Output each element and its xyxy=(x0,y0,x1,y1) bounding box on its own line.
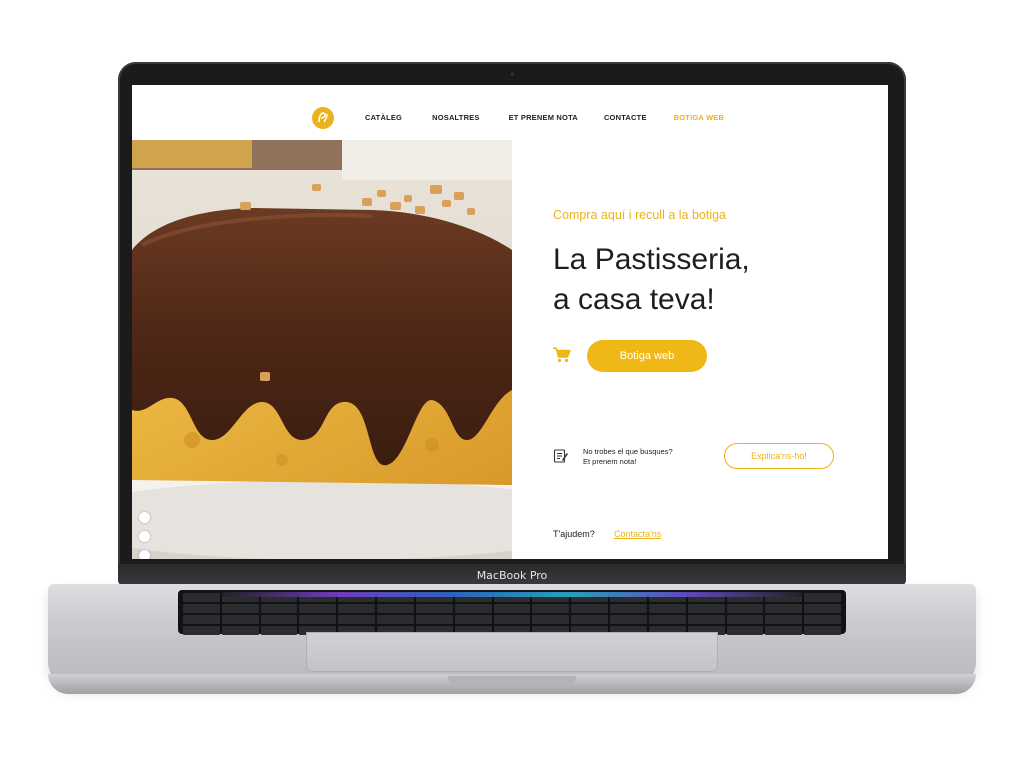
shop-button[interactable]: Botiga web xyxy=(587,340,707,372)
keyboard-key xyxy=(183,626,220,635)
keyboard-key xyxy=(687,604,725,613)
note-line2: Et prenem nota! xyxy=(583,457,637,466)
laptop-brand-label: MacBook Pro xyxy=(118,564,906,586)
keyboard-key xyxy=(338,615,376,624)
keyboard-key xyxy=(804,593,841,602)
slider-dots xyxy=(139,512,150,559)
keyboard-key xyxy=(571,615,609,624)
keyboard-key xyxy=(493,615,531,624)
keyboard-key xyxy=(377,615,414,624)
keyboard-key xyxy=(726,626,764,635)
keyboard-key xyxy=(260,604,298,613)
trackpad xyxy=(306,632,718,672)
keyboard-key xyxy=(299,615,337,624)
keyboard-key xyxy=(338,604,376,613)
keyboard-key xyxy=(532,604,570,613)
contact-link[interactable]: Contacta'ns xyxy=(614,529,661,539)
keyboard-key xyxy=(648,604,686,613)
keyboard-key xyxy=(765,604,803,613)
nav-item-cataleg[interactable]: CATÀLEG xyxy=(365,113,402,122)
keyboard-key xyxy=(610,615,647,624)
keyboard-key xyxy=(804,615,841,624)
laptop-notch xyxy=(448,676,576,686)
touch-bar xyxy=(222,592,802,597)
keyboard-key xyxy=(221,626,259,635)
keyboard-key xyxy=(493,604,531,613)
keyboard-key xyxy=(415,615,453,624)
keyboard-key xyxy=(183,604,220,613)
keyboard-key xyxy=(648,615,686,624)
keyboard-key xyxy=(687,615,725,624)
hero-title-line2: a casa teva! xyxy=(553,283,715,316)
keyboard-key xyxy=(726,604,764,613)
keyboard-key xyxy=(765,615,803,624)
hero-subtitle: Compra aquí i recull a la botiga xyxy=(553,208,727,222)
keyboard-key xyxy=(454,615,492,624)
hero-title: La Pastisseria, a casa teva! xyxy=(553,240,750,320)
keyboard-key xyxy=(804,626,841,635)
keyboard-key xyxy=(726,615,764,624)
slider-dot[interactable] xyxy=(139,531,150,542)
shopping-cart-icon[interactable] xyxy=(553,347,571,363)
keyboard-key xyxy=(260,615,298,624)
keyboard-key xyxy=(765,626,803,635)
keyboard-key xyxy=(377,604,414,613)
camera xyxy=(510,72,515,77)
help-label: T'ajudem? xyxy=(553,529,595,539)
slider-dot[interactable] xyxy=(139,550,150,559)
nav-item-nosaltres[interactable]: NOSALTRES xyxy=(432,113,480,122)
keyboard-key xyxy=(221,604,259,613)
keyboard-key xyxy=(183,615,220,624)
keyboard-key xyxy=(610,604,647,613)
pastisseria-logo-icon[interactable] xyxy=(312,107,334,129)
keyboard-key xyxy=(454,604,492,613)
note-line1: No trobes el que busques? xyxy=(583,447,673,456)
keyboard-key xyxy=(221,615,259,624)
hero-content: Compra aquí i recull a la botiga La Past… xyxy=(553,85,883,559)
keyboard-key xyxy=(299,604,337,613)
slider-dot[interactable] xyxy=(139,512,150,523)
keyboard-key xyxy=(183,593,220,602)
keyboard-key xyxy=(804,604,841,613)
hero-cake-image xyxy=(132,140,512,559)
notepad-icon xyxy=(553,449,568,463)
note-text: No trobes el que busques? Et prenem nota… xyxy=(583,447,673,467)
keyboard-key xyxy=(260,626,298,635)
keyboard-key xyxy=(415,604,453,613)
keyboard-key xyxy=(571,604,609,613)
hero-title-line1: La Pastisseria, xyxy=(553,243,750,276)
keyboard-key xyxy=(532,615,570,624)
website-screen: CATÀLEG NOSALTRES ET PRENEM NOTA CONTACT… xyxy=(132,85,888,559)
explain-button[interactable]: Explica'ns-ho! xyxy=(724,443,834,469)
